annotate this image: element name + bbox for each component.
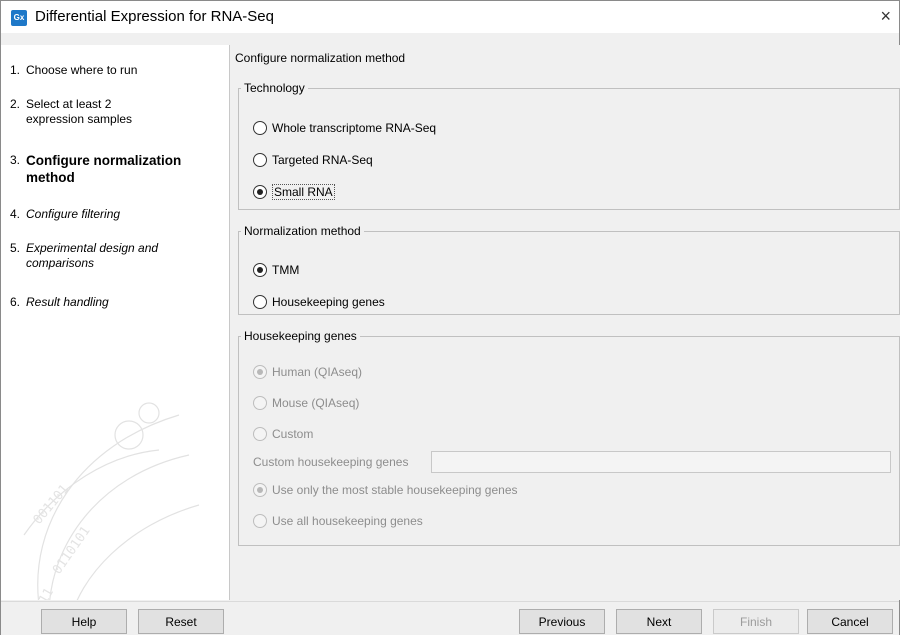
radio-circle[interactable] — [253, 121, 267, 135]
radio-human-qiaseq[interactable]: Human (QIAseq) — [253, 365, 362, 379]
step-4: 4. Configure filtering — [10, 207, 216, 222]
radio-housekeeping-genes[interactable]: Housekeeping genes — [253, 295, 385, 309]
custom-housekeeping-label: Custom housekeeping genes — [253, 455, 409, 469]
step-number: 4. — [10, 207, 21, 221]
step-1: 1. Choose where to run — [10, 63, 216, 78]
radio-custom[interactable]: Custom — [253, 427, 313, 441]
step-3: 3. Configure normalization method — [10, 152, 216, 186]
window-title: Differential Expression for RNA-Seq — [35, 8, 274, 25]
step-5: 5. Experimental design and comparisons — [10, 241, 186, 271]
wizard-steps-sidebar: 1. Choose where to run 2. Select at leas… — [1, 45, 230, 600]
radio-label[interactable]: Custom — [272, 427, 313, 441]
step-label: Configure normalization method — [26, 153, 182, 185]
main-panel: Configure normalization method Technolog… — [230, 45, 900, 600]
custom-housekeeping-input[interactable] — [431, 451, 891, 473]
dialog-window: Gx Differential Expression for RNA-Seq ×… — [0, 0, 900, 635]
radio-small-rna[interactable]: Small RNA — [253, 184, 335, 200]
previous-button[interactable]: Previous — [519, 609, 605, 634]
radio-circle[interactable] — [253, 514, 267, 528]
dna-watermark-logo: 001101 0110101 01011 — [23, 402, 200, 600]
radio-label[interactable]: Targeted RNA-Seq — [272, 153, 373, 167]
radio-circle[interactable] — [253, 263, 267, 277]
housekeeping-legend: Housekeeping genes — [244, 329, 357, 343]
help-button[interactable]: Help — [41, 609, 127, 634]
step-label: Configure filtering — [26, 207, 121, 221]
radio-circle[interactable] — [253, 153, 267, 167]
step-2: 2. Select at least 2 expression samples — [10, 97, 156, 127]
radio-circle[interactable] — [253, 396, 267, 410]
cancel-button[interactable]: Cancel — [807, 609, 893, 634]
radio-label[interactable]: Use only the most stable housekeeping ge… — [272, 483, 518, 497]
radio-label[interactable]: Use all housekeeping genes — [272, 514, 423, 528]
radio-targeted-rna-seq[interactable]: Targeted RNA-Seq — [253, 153, 373, 167]
title-bar: Gx Differential Expression for RNA-Seq × — [1, 1, 899, 33]
svg-text:0110101: 0110101 — [50, 524, 94, 577]
step-label: Experimental design and comparisons — [26, 241, 159, 270]
close-icon[interactable]: × — [880, 6, 891, 27]
svg-text:01011: 01011 — [24, 586, 57, 600]
radio-label[interactable]: Small RNA — [272, 184, 335, 200]
housekeeping-genes-group: Housekeeping genes Human (QIAseq) Mouse … — [238, 329, 900, 546]
radio-circle[interactable] — [253, 185, 267, 199]
finish-button: Finish — [713, 609, 799, 634]
next-button[interactable]: Next — [616, 609, 702, 634]
step-number: 2. — [10, 97, 21, 111]
radio-label[interactable]: Whole transcriptome RNA-Seq — [272, 121, 436, 135]
radio-label[interactable]: Human (QIAseq) — [272, 365, 362, 379]
radio-whole-transcriptome[interactable]: Whole transcriptome RNA-Seq — [253, 121, 436, 135]
step-label: Choose where to run — [26, 63, 138, 77]
radio-circle[interactable] — [253, 365, 267, 379]
step-6: 6. Result handling — [10, 295, 216, 310]
technology-group: Technology Whole transcriptome RNA-Seq T… — [238, 81, 900, 210]
normalization-legend: Normalization method — [244, 224, 361, 238]
step-label: Result handling — [26, 295, 109, 309]
radio-label[interactable]: Mouse (QIAseq) — [272, 396, 359, 410]
radio-most-stable-genes[interactable]: Use only the most stable housekeeping ge… — [253, 483, 518, 497]
step-number: 5. — [10, 241, 21, 255]
radio-mouse-qiaseq[interactable]: Mouse (QIAseq) — [253, 396, 359, 410]
radio-circle[interactable] — [253, 427, 267, 441]
step-number: 6. — [10, 295, 21, 309]
technology-legend: Technology — [244, 81, 305, 95]
radio-label[interactable]: TMM — [272, 263, 299, 277]
reset-button[interactable]: Reset — [138, 609, 224, 634]
page-title: Configure normalization method — [235, 51, 406, 65]
normalization-method-group: Normalization method TMM Housekeeping ge… — [238, 224, 900, 315]
radio-label[interactable]: Housekeeping genes — [272, 295, 385, 309]
radio-circle[interactable] — [253, 295, 267, 309]
radio-all-genes[interactable]: Use all housekeeping genes — [253, 514, 423, 528]
step-label: Select at least 2 expression samples — [26, 97, 133, 126]
step-number: 1. — [10, 63, 21, 77]
app-icon: Gx — [11, 10, 27, 26]
radio-tmm[interactable]: TMM — [253, 263, 299, 277]
radio-circle[interactable] — [253, 483, 267, 497]
step-number: 3. — [10, 153, 21, 167]
button-bar: Help Reset Previous Next Finish Cancel — [1, 601, 899, 635]
